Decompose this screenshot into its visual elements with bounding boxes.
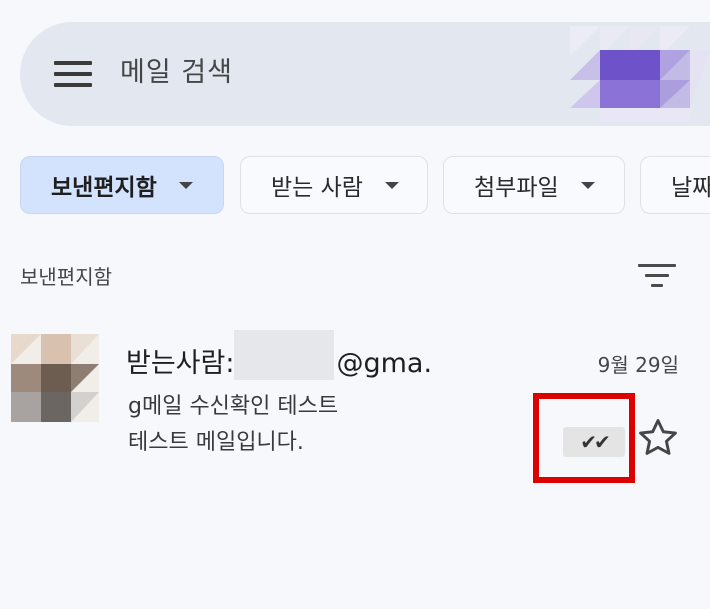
highlight-box: ✔✔ bbox=[533, 393, 635, 483]
filter-chip-attachment[interactable]: 첨부파일 bbox=[443, 156, 625, 214]
sender-avatar bbox=[11, 334, 99, 422]
folder-title: 보낸편지함 bbox=[20, 265, 112, 289]
sender-suffix: @gma. bbox=[336, 348, 433, 379]
filter-chip-recipient-label: 받는 사람 bbox=[271, 175, 363, 201]
filter-chip-attachment-label: 첨부파일 bbox=[474, 175, 559, 201]
email-subject: g메일 수신확인 테스트 bbox=[128, 394, 339, 419]
filter-chip-sent[interactable]: 보낸편지함 bbox=[20, 156, 224, 214]
email-date: 9월 29일 bbox=[597, 353, 679, 377]
double-check-icon: ✔✔ bbox=[563, 427, 625, 457]
account-avatar[interactable] bbox=[540, 20, 710, 124]
filter-chip-sent-label: 보낸편지함 bbox=[51, 175, 157, 201]
star-outline-icon[interactable] bbox=[636, 416, 680, 460]
email-sender: 받는사람: @gma. bbox=[126, 329, 433, 382]
chevron-down-icon bbox=[384, 181, 399, 189]
filter-chip-recipient[interactable]: 받는 사람 bbox=[240, 156, 428, 214]
redacted-address-block bbox=[234, 329, 335, 380]
chevron-down-icon bbox=[178, 181, 193, 189]
filter-chip-date[interactable]: 날짜 bbox=[640, 156, 710, 214]
filter-chip-date-label: 날짜 bbox=[671, 175, 710, 201]
sort-filter-icon[interactable] bbox=[638, 262, 676, 290]
hamburger-menu-icon[interactable] bbox=[54, 61, 92, 87]
search-input[interactable]: 메일 검색 bbox=[120, 54, 233, 92]
email-snippet: 테스트 메일입니다. bbox=[128, 430, 304, 455]
email-list-item[interactable]: 받는사람: @gma. 9월 29일 g메일 수신확인 테스트 테스트 메일입니다… bbox=[0, 320, 710, 483]
chevron-down-icon bbox=[580, 181, 595, 189]
sender-prefix: 받는사람: bbox=[126, 348, 235, 379]
